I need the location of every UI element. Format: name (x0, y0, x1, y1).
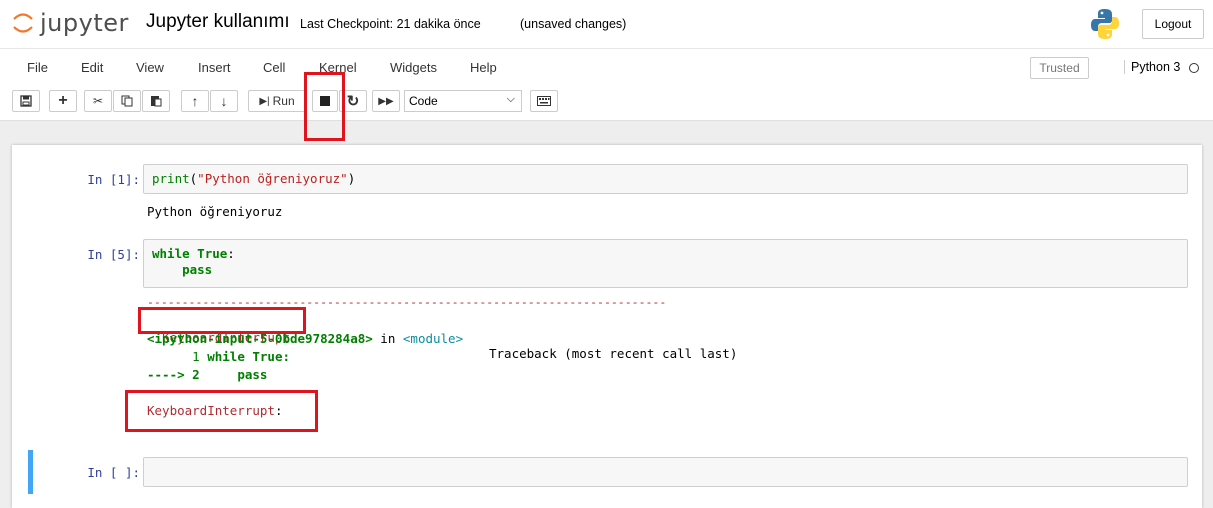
cell-1-prompt: In [1]: (87, 172, 140, 187)
plus-icon: + (58, 92, 68, 109)
unsaved-indicator: (unsaved changes) (520, 17, 627, 31)
code-pass: pass (152, 262, 213, 277)
paste-icon (151, 96, 162, 107)
cut-button[interactable]: ✂ (84, 90, 112, 112)
notebook-title[interactable]: Jupyter kullanımı (146, 11, 290, 33)
step-forward-icon: ▶| (259, 95, 270, 107)
arrow-up-icon: ↑ (191, 93, 199, 109)
trusted-badge[interactable]: Trusted (1030, 57, 1089, 79)
copy-button[interactable] (113, 90, 141, 112)
traceback-arrow: ----> 2 (147, 367, 200, 382)
menubar: File Edit View Insert Cell Kernel Widget… (0, 48, 1213, 85)
fast-forward-icon: ▶▶ (378, 95, 394, 107)
menu-edit[interactable]: Edit (81, 60, 103, 75)
header: jupyter Jupyter kullanımı Last Checkpoin… (0, 0, 1213, 48)
highlight-box-error (125, 390, 318, 432)
cell-3-prompt: In [ ]: (87, 465, 140, 480)
checkpoint-status: Last Checkpoint: 21 dakika önce (300, 17, 481, 31)
code-colon: : (227, 246, 235, 261)
traceback-line-number: 1 (147, 349, 208, 364)
traceback-line-2: ----> 2 pass (147, 367, 267, 383)
traceback-line-code: while True: (207, 349, 291, 364)
paste-button[interactable] (142, 90, 170, 112)
kernel-name[interactable]: Python 3 (1124, 60, 1180, 74)
arrow-down-icon: ↓ (220, 93, 228, 109)
cell-1-output: Python öğreniyoruz (147, 204, 283, 219)
traceback-module: <module> (402, 331, 464, 346)
toolbar: + ✂ ↑ ↓ ▶| Run ↻ ▶▶ Code ⌵ (0, 84, 1213, 121)
code-paren: ) (347, 171, 356, 186)
highlight-box-traceback (138, 307, 306, 334)
keyboard-icon (537, 96, 551, 106)
python-logo-icon (1091, 9, 1119, 39)
code-print: print (152, 171, 190, 186)
chevron-down-icon: ⌵ (506, 93, 515, 105)
insert-cell-button[interactable]: + (49, 90, 77, 112)
run-button[interactable]: ▶| Run (248, 90, 306, 112)
copy-icon (121, 95, 133, 107)
menu-file[interactable]: File (27, 60, 48, 75)
run-label: Run (272, 94, 295, 108)
scissors-icon: ✂ (92, 94, 104, 108)
jupyter-logo[interactable]: jupyter (12, 8, 129, 38)
code-keyword: True (197, 246, 228, 261)
save-button[interactable] (12, 90, 40, 112)
logo-text: jupyter (40, 9, 129, 37)
menu-view[interactable]: View (136, 60, 164, 75)
refresh-icon: ↻ (346, 93, 360, 110)
logout-button[interactable]: Logout (1142, 9, 1204, 39)
code-keyword: while (152, 246, 190, 261)
traceback-line-code: pass (199, 367, 268, 382)
move-up-button[interactable]: ↑ (181, 90, 209, 112)
traceback-title: Traceback (most recent call last) (489, 346, 738, 361)
restart-run-all-button[interactable]: ▶▶ (372, 90, 400, 112)
traceback-in: in (372, 331, 403, 346)
cell-2-prompt: In [5]: (87, 247, 140, 262)
menu-widgets[interactable]: Widgets (390, 60, 437, 75)
save-icon (20, 95, 32, 107)
cell-3-input[interactable] (143, 457, 1188, 487)
cell-1-input[interactable]: print("Python öğreniyoruz") (143, 164, 1188, 194)
menu-help[interactable]: Help (470, 60, 497, 75)
traceback-line-1: 1 while True: (147, 349, 290, 365)
kernel-idle-indicator-icon (1189, 63, 1199, 73)
cell-2-input[interactable]: while True: pass (143, 239, 1188, 288)
jupyter-logo-icon (13, 13, 33, 33)
menu-cell[interactable]: Cell (263, 60, 285, 75)
code-string: "Python öğreniyoruz" (197, 171, 348, 186)
highlight-box-stop (304, 72, 345, 141)
command-palette-button[interactable] (530, 90, 558, 112)
move-down-button[interactable]: ↓ (210, 90, 238, 112)
menu-insert[interactable]: Insert (198, 60, 231, 75)
cell-type-select[interactable]: Code ⌵ (404, 90, 522, 112)
cell-type-value: Code (409, 94, 438, 108)
